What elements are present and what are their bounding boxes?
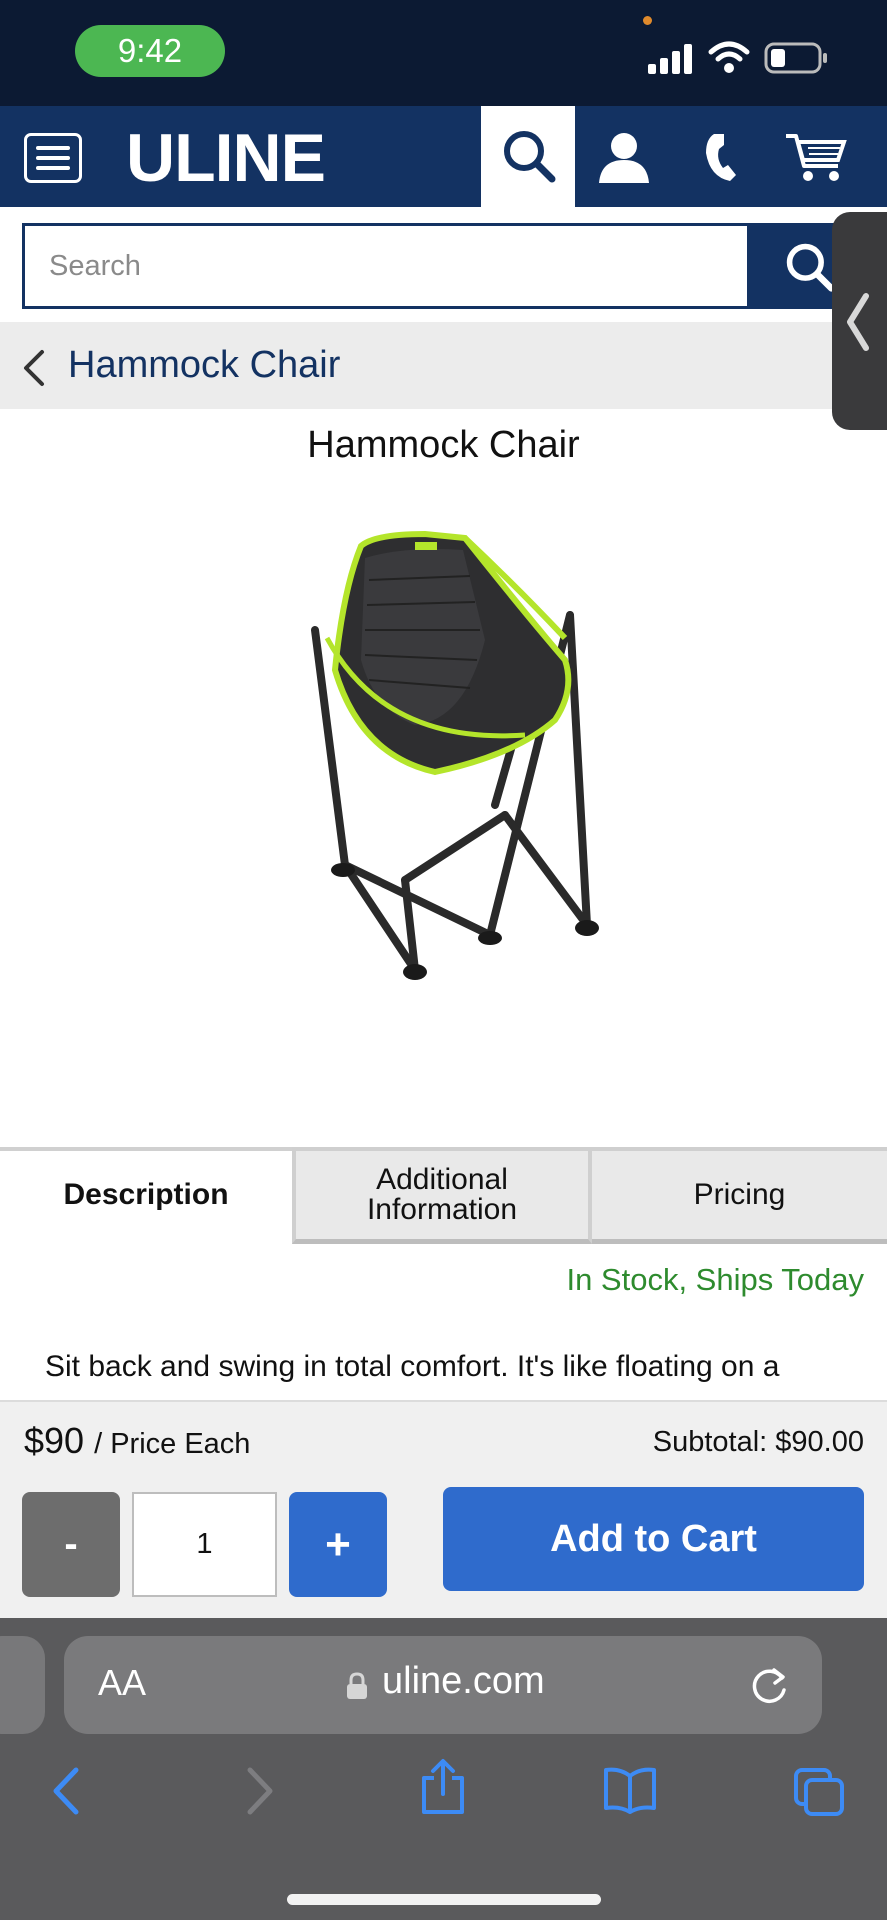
- uline-logo[interactable]: ULINE: [126, 118, 326, 198]
- tab-additional-information[interactable]: Additional Information: [292, 1147, 592, 1244]
- stock-status: In Stock, Ships Today: [566, 1262, 864, 1297]
- search-bar: [0, 207, 887, 322]
- back-arrow-icon[interactable]: [50, 1766, 84, 1816]
- camera-indicator: [643, 16, 652, 25]
- subtotal: Subtotal: $90.00: [652, 1426, 864, 1458]
- tab-pricing[interactable]: Pricing: [592, 1147, 887, 1244]
- price-unit: / Price Each: [94, 1428, 251, 1460]
- home-indicator: [287, 1894, 601, 1905]
- url-text: uline.com: [382, 1660, 545, 1702]
- user-icon: [599, 132, 649, 183]
- status-bar: 9:42: [0, 0, 887, 106]
- address-bar[interactable]: AA uline.com: [64, 1636, 822, 1734]
- product-image[interactable]: [265, 520, 625, 990]
- cellular-signal-icon: [648, 44, 692, 74]
- bookmarks-icon[interactable]: [602, 1766, 658, 1814]
- quantity-increase-button[interactable]: +: [289, 1492, 387, 1597]
- price-value: $90: [24, 1420, 85, 1461]
- add-to-cart-button[interactable]: Add to Cart: [443, 1487, 864, 1591]
- product-title: Hammock Chair: [307, 424, 580, 466]
- chevron-left-icon: [24, 350, 44, 386]
- reload-icon[interactable]: [750, 1664, 790, 1706]
- wifi-icon: [708, 41, 750, 73]
- forward-arrow-icon: [247, 1767, 273, 1815]
- site-header: ULINE: [0, 106, 887, 207]
- product-description: Sit back and swing in total comfort. It'…: [45, 1350, 780, 1400]
- breadcrumb[interactable]: Hammock Chair: [0, 322, 887, 409]
- search-input[interactable]: [22, 223, 750, 309]
- text-size-button[interactable]: AA: [98, 1662, 146, 1704]
- search-icon: [786, 243, 835, 292]
- tab-additional-information-label: Additional Information: [366, 1163, 518, 1226]
- tab-description[interactable]: Description: [0, 1147, 292, 1244]
- previous-tab-preview[interactable]: [0, 1636, 45, 1734]
- phone-icon: [706, 133, 736, 181]
- battery-icon: [764, 42, 827, 74]
- quantity-input[interactable]: 1: [132, 1492, 277, 1597]
- share-icon[interactable]: [418, 1758, 468, 1816]
- cart-button[interactable]: [780, 106, 852, 207]
- price: $90 / Price Each: [24, 1420, 250, 1462]
- browser-toolbar: AA uline.com: [0, 1618, 887, 1920]
- search-icon: [504, 131, 556, 183]
- quantity-decrease-button[interactable]: -: [22, 1492, 120, 1597]
- add-to-cart-bar: $90 / Price Each Subtotal: $90.00 - 1 + …: [0, 1400, 887, 1618]
- header-search-button[interactable]: [481, 106, 575, 207]
- status-time: 9:42: [75, 25, 225, 77]
- chevron-left-icon: [847, 293, 869, 351]
- shopping-cart-icon: [786, 133, 847, 181]
- tabs-icon[interactable]: [792, 1766, 846, 1818]
- account-button[interactable]: [590, 106, 658, 207]
- product-tabs: Description Additional Information Prici…: [0, 1147, 887, 1244]
- hamburger-menu-icon[interactable]: [24, 133, 82, 183]
- breadcrumb-label[interactable]: Hammock Chair: [68, 342, 340, 388]
- lock-icon: [347, 1672, 367, 1699]
- call-button[interactable]: [690, 106, 750, 207]
- side-panel-tab[interactable]: [832, 212, 887, 430]
